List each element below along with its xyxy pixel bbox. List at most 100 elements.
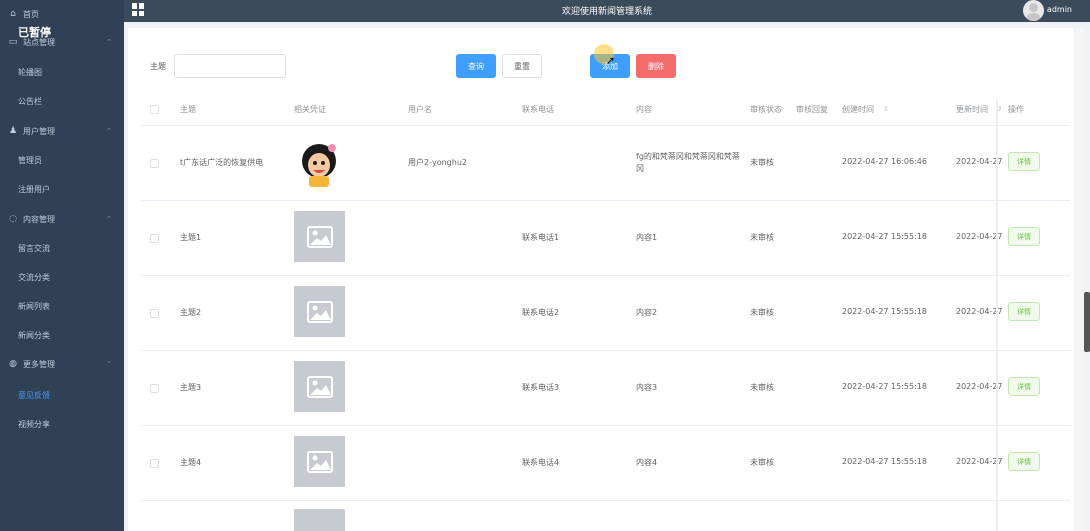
- phone-cell: 联系电话2: [522, 308, 560, 317]
- search-button[interactable]: 查询: [456, 54, 496, 78]
- fixed-column-divider: [996, 100, 998, 531]
- image-placeholder-icon: [294, 436, 345, 487]
- sidebar-item-label: 注册用户: [18, 184, 50, 194]
- top-bar: 欢迎使用新闻管理系统 admin: [124, 0, 1090, 22]
- detail-button[interactable]: 详情: [1008, 377, 1040, 396]
- row-checkbox[interactable]: [150, 384, 159, 393]
- sort-icon[interactable]: ⇕: [883, 105, 889, 113]
- sidebar-item-11[interactable]: 新闻分类: [0, 321, 124, 349]
- sidebar-item-label: 视频分享: [18, 419, 50, 429]
- detail-button[interactable]: 详情: [1008, 152, 1040, 171]
- detail-button[interactable]: 详情: [1008, 452, 1040, 471]
- status-cell: 未审核: [750, 233, 774, 242]
- scrollbar-thumb[interactable]: [1084, 292, 1090, 352]
- delete-button[interactable]: 删除: [636, 54, 676, 78]
- phone-cell: 联系电话1: [522, 233, 560, 242]
- avatar[interactable]: [1023, 0, 1044, 21]
- reset-button[interactable]: 重置: [502, 54, 542, 78]
- user-icon: ♟: [8, 126, 18, 136]
- detail-button[interactable]: 详情: [1008, 227, 1040, 246]
- sidebar-item-label: 用户管理: [23, 126, 55, 136]
- header-divider: [140, 125, 1070, 126]
- row-divider: [140, 275, 1070, 276]
- sidebar-item-label: 留言交流: [18, 243, 50, 253]
- status-cell: 未审核: [750, 458, 774, 467]
- sort-icon-wrap[interactable]: ⇕: [880, 104, 889, 113]
- sidebar-item-12[interactable]: ◍ 更多管理 ⌃: [0, 350, 124, 378]
- sidebar-item-8[interactable]: 留言交流: [0, 234, 124, 262]
- content-cell: 内容4: [636, 458, 658, 467]
- row-checkbox[interactable]: [150, 459, 159, 468]
- column-header: 审核状态: [750, 105, 782, 114]
- chat-icon: ◌: [9, 214, 17, 224]
- sidebar-item-2[interactable]: 轮播图: [0, 58, 124, 86]
- row-divider: [140, 425, 1070, 426]
- column-header: 内容: [636, 105, 652, 114]
- content-panel: 主题 查询 重置 添加 删除 ➚ 主题 相关凭证 用户名 联系电话 内容 审核状态 审核回复…: [128, 28, 1074, 531]
- column-header: 联系电话: [522, 105, 554, 114]
- sidebar-item-label: 意见反馈: [18, 390, 50, 400]
- column-header: 操作: [1008, 105, 1024, 114]
- sidebar-item-9[interactable]: 交流分类: [0, 263, 124, 291]
- column-header: 相关凭证: [294, 105, 326, 114]
- content-cell: 内容2: [636, 308, 658, 317]
- created-time-cell: 2022-04-27 16:06:46: [842, 157, 927, 166]
- search-label: 主题: [150, 62, 166, 71]
- detail-button[interactable]: 详情: [1008, 302, 1040, 321]
- paused-overlay-label: 已暂停: [18, 26, 51, 39]
- sidebar-item-label: 轮播图: [18, 67, 42, 77]
- sidebar-item-label: 首页: [23, 9, 39, 19]
- content-cell: 内容3: [636, 383, 658, 392]
- row-checkbox[interactable]: [150, 309, 159, 318]
- column-header: 审核回复: [796, 105, 828, 114]
- sidebar-item-label: 新闻列表: [18, 301, 50, 311]
- select-all-checkbox[interactable]: [150, 105, 159, 114]
- column-header[interactable]: 更新时间: [956, 104, 988, 115]
- scrollbar-track[interactable]: [1076, 28, 1084, 531]
- mouse-cursor-icon: ➚: [606, 54, 616, 67]
- more-icon: ◍: [9, 359, 17, 369]
- chevron-up-icon: ⌃: [106, 215, 112, 223]
- content-cell: fg的和梵蒂冈和梵蒂冈和梵蒂冈: [636, 152, 740, 173]
- column-header[interactable]: 创建时间: [842, 104, 874, 115]
- image-placeholder-icon: [294, 509, 345, 531]
- created-time-cell: 2022-04-27 15:55:18: [842, 457, 927, 466]
- column-header: 主题: [180, 105, 196, 114]
- subject-cell: 主题1: [180, 233, 202, 242]
- sidebar-item-label: 内容管理: [23, 214, 55, 224]
- chevron-up-icon: ⌃: [106, 38, 112, 46]
- phone-cell: 联系电话4: [522, 458, 560, 467]
- monitor-icon: ▭: [8, 37, 18, 47]
- chevron-up-icon: ⌃: [106, 360, 112, 368]
- row-checkbox[interactable]: [150, 234, 159, 243]
- row-divider: [140, 200, 1070, 201]
- image-placeholder-icon: [294, 211, 345, 262]
- image-placeholder-icon: [294, 286, 345, 337]
- created-time-cell: 2022-04-27 15:55:18: [842, 382, 927, 391]
- created-time-cell: 2022-04-27 15:55:18: [842, 232, 927, 241]
- sidebar-item-7[interactable]: ◌ 内容管理 ⌃: [0, 205, 124, 233]
- sidebar-item-13[interactable]: 意见反馈: [0, 381, 124, 409]
- sidebar-item-3[interactable]: 公告栏: [0, 87, 124, 115]
- sidebar-item-5[interactable]: 管理员: [0, 146, 124, 174]
- image-placeholder-icon: [294, 361, 345, 412]
- main-area: 主题 查询 重置 添加 删除 ➚ 主题 相关凭证 用户名 联系电话 内容 审核状态 审核回复…: [124, 22, 1090, 531]
- created-time-cell: 2022-04-27 15:55:18: [842, 307, 927, 316]
- sidebar-item-4[interactable]: ♟ 用户管理 ⌃: [0, 117, 124, 145]
- chevron-up-icon: ⌃: [106, 127, 112, 135]
- subject-cell: 主题3: [180, 383, 202, 392]
- subject-cell: 主题2: [180, 308, 202, 317]
- content-cell: 内容1: [636, 233, 658, 242]
- row-checkbox[interactable]: [150, 159, 159, 168]
- sidebar-item-label: 新闻分类: [18, 330, 50, 340]
- user-name[interactable]: admin: [1047, 5, 1072, 14]
- subject-search-input[interactable]: [174, 54, 286, 78]
- sidebar-item-6[interactable]: 注册用户: [0, 175, 124, 203]
- row-divider: [140, 350, 1070, 351]
- sidebar-item-label: 公告栏: [18, 96, 42, 106]
- sidebar-item-label: 更多管理: [23, 359, 55, 369]
- sidebar-item-10[interactable]: 新闻列表: [0, 292, 124, 320]
- subject-cell: 主题4: [180, 458, 202, 467]
- subject-cell: t广东话广泛的恢复供电: [180, 158, 264, 167]
- sidebar-item-14[interactable]: 视频分享: [0, 410, 124, 438]
